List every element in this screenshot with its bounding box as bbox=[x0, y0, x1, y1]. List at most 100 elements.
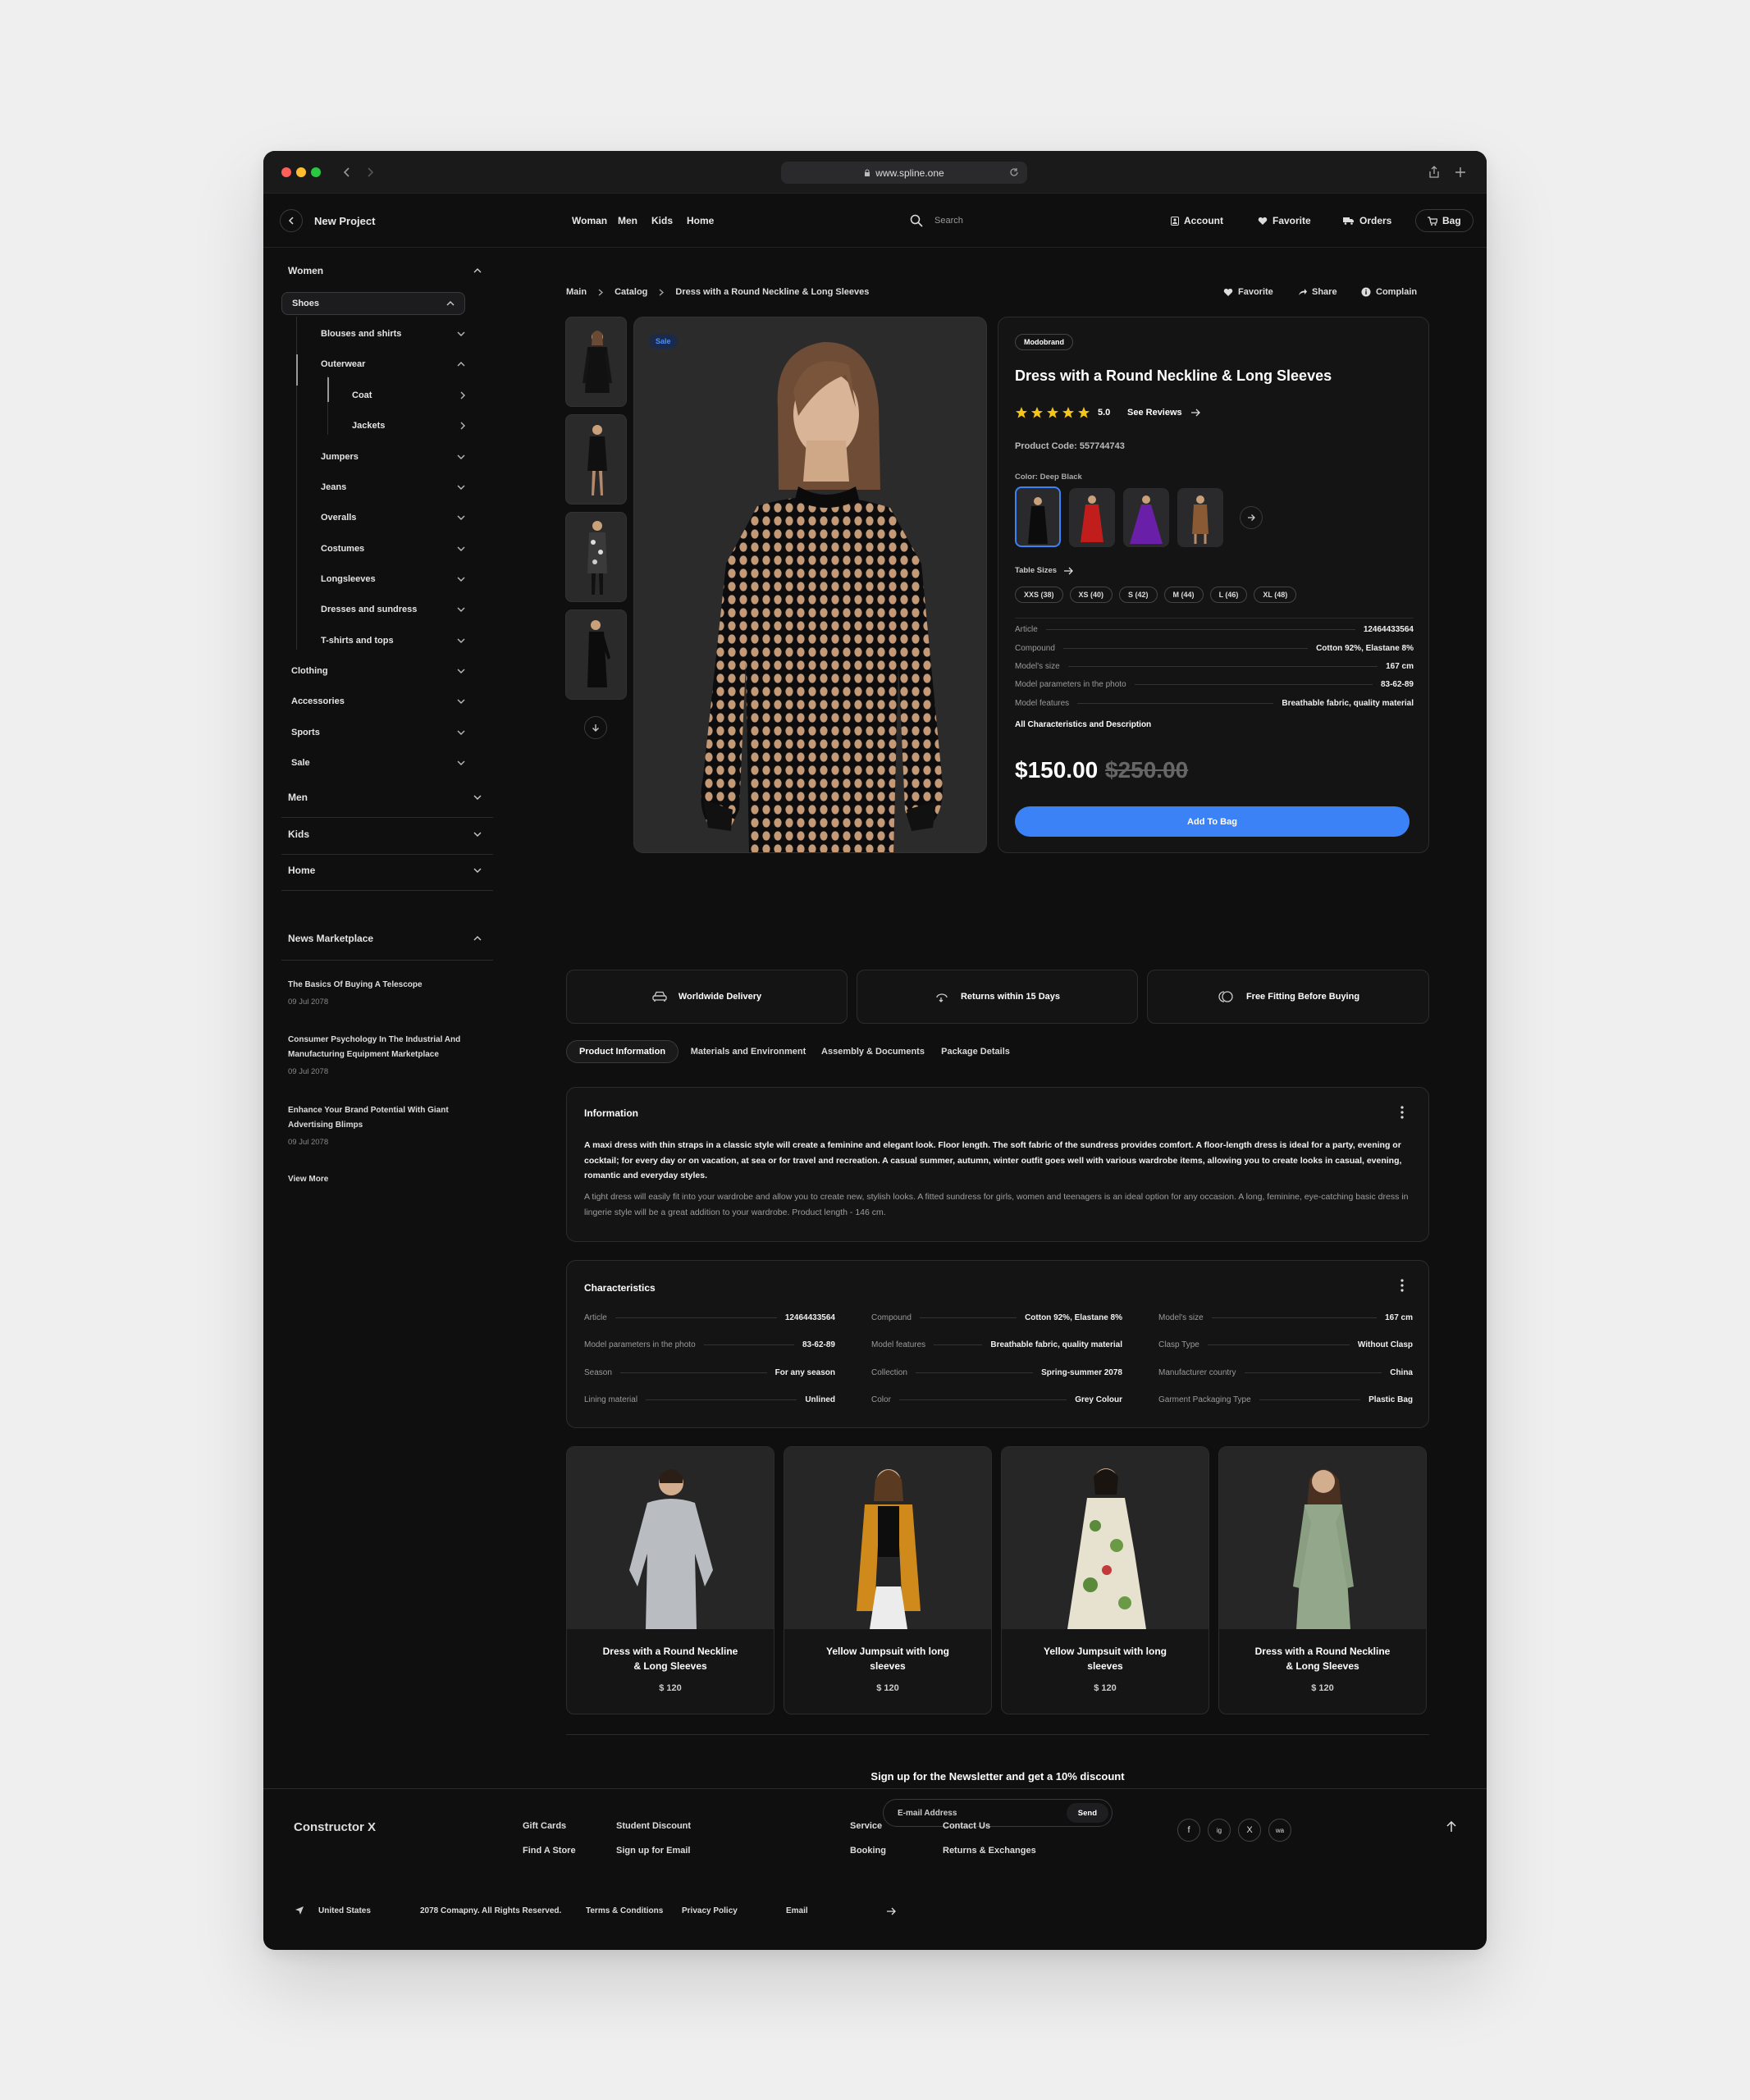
sidebar-section-women[interactable]: Women bbox=[288, 262, 482, 279]
sidebar-item-costumes[interactable]: Costumes bbox=[321, 541, 465, 557]
scroll-top-icon[interactable] bbox=[1446, 1821, 1457, 1833]
product-card[interactable]: Dress with a Round Neckline & Long Sleev… bbox=[566, 1446, 774, 1714]
breadcrumb-main[interactable]: Main bbox=[566, 287, 587, 297]
sidebar-item-jumpers[interactable]: Jumpers bbox=[321, 449, 465, 465]
footer-link-booking[interactable]: Booking bbox=[850, 1846, 886, 1856]
search-icon[interactable] bbox=[910, 194, 923, 248]
size-option[interactable]: M (44) bbox=[1163, 587, 1204, 603]
all-characteristics-link[interactable]: All Characteristics and Description bbox=[1015, 720, 1151, 729]
close-window-button[interactable] bbox=[281, 167, 291, 177]
sidebar-item-blouses[interactable]: Blouses and shirts bbox=[321, 326, 465, 342]
gallery-thumbnail[interactable] bbox=[565, 609, 627, 700]
sidebar-item-tshirts[interactable]: T-shirts and tops bbox=[321, 632, 465, 649]
sidebar-item-dresses[interactable]: Dresses and sundress bbox=[321, 601, 465, 618]
favorite-link[interactable]: Favorite bbox=[1258, 194, 1311, 248]
sidebar-item-jeans[interactable]: Jeans bbox=[321, 479, 465, 495]
account-link[interactable]: Account bbox=[1171, 194, 1223, 248]
gallery-thumbnail[interactable] bbox=[565, 317, 627, 407]
tab-product-information[interactable]: Product Information bbox=[566, 1040, 679, 1063]
facebook-icon[interactable]: f bbox=[1177, 1819, 1200, 1842]
footer-country[interactable]: United States bbox=[318, 1906, 371, 1915]
product-card[interactable]: Dress with a Round Neckline & Long Sleev… bbox=[1218, 1446, 1427, 1714]
sidebar-item-longsleeves[interactable]: Longsleeves bbox=[321, 571, 465, 587]
footer-link-student-discount[interactable]: Student Discount bbox=[616, 1821, 691, 1831]
sidebar-section-news[interactable]: News Marketplace bbox=[288, 930, 482, 947]
nav-link-men[interactable]: Men bbox=[618, 194, 637, 248]
share-action[interactable]: Share bbox=[1298, 287, 1337, 297]
footer-link-service[interactable]: Service bbox=[850, 1821, 882, 1831]
sidebar-item-sale[interactable]: Sale bbox=[291, 755, 465, 771]
search-input[interactable]: Search bbox=[934, 194, 963, 248]
address-bar[interactable]: www.spline.one bbox=[781, 162, 1027, 184]
view-more-link[interactable]: View More bbox=[288, 1175, 328, 1184]
sidebar-item-shoes[interactable]: Shoes bbox=[281, 292, 465, 315]
sidebar-item-coat[interactable]: Coat bbox=[352, 387, 465, 404]
share-browser-icon[interactable] bbox=[1428, 151, 1440, 193]
product-card[interactable]: Yellow Jumpsuit with long sleeves $ 120 bbox=[784, 1446, 992, 1714]
back-icon[interactable] bbox=[342, 151, 352, 193]
add-to-bag-button[interactable]: Add To Bag bbox=[1015, 806, 1410, 837]
size-option[interactable]: XXS (38) bbox=[1015, 587, 1063, 603]
footer-link-gift-cards[interactable]: Gift Cards bbox=[523, 1821, 566, 1831]
sidebar-section-kids[interactable]: Kids bbox=[288, 826, 482, 842]
footer-link-privacy[interactable]: Privacy Policy bbox=[682, 1906, 738, 1915]
color-swatch-purple[interactable] bbox=[1123, 488, 1169, 547]
sidebar-item-outerwear[interactable]: Outerwear bbox=[321, 356, 465, 372]
nav-link-woman[interactable]: Woman bbox=[572, 194, 607, 248]
complain-action[interactable]: Complain bbox=[1361, 287, 1417, 297]
brand-badge[interactable]: Modobrand bbox=[1015, 334, 1073, 350]
reload-icon[interactable] bbox=[1009, 167, 1019, 177]
footer-link-returns[interactable]: Returns & Exchanges bbox=[943, 1846, 1036, 1856]
sidebar-item-accessories[interactable]: Accessories bbox=[291, 693, 465, 710]
footer-link-contact[interactable]: Contact Us bbox=[943, 1821, 990, 1831]
arrow-right-icon[interactable] bbox=[886, 1907, 896, 1915]
color-swatch-red[interactable] bbox=[1069, 488, 1115, 547]
tab-materials-environment[interactable]: Materials and Environment bbox=[685, 1040, 811, 1063]
product-card[interactable]: Yellow Jumpsuit with long sleeves $ 120 bbox=[1001, 1446, 1209, 1714]
tab-package-details[interactable]: Package Details bbox=[934, 1040, 1017, 1063]
send-button[interactable]: Send bbox=[1066, 1803, 1108, 1823]
back-button[interactable] bbox=[280, 209, 303, 232]
news-item[interactable]: Enhance Your Brand Potential With Giant … bbox=[288, 1103, 477, 1147]
bag-button[interactable]: Bag bbox=[1415, 209, 1474, 232]
size-option[interactable]: S (42) bbox=[1119, 587, 1158, 603]
x-icon[interactable]: X bbox=[1238, 1819, 1261, 1842]
instagram-icon[interactable]: ig bbox=[1208, 1819, 1231, 1842]
nav-link-kids[interactable]: Kids bbox=[651, 194, 673, 248]
thumbnail-scroll-down-button[interactable] bbox=[584, 716, 607, 739]
sidebar-item-jackets[interactable]: Jackets bbox=[352, 418, 465, 434]
color-swatch-black[interactable] bbox=[1015, 486, 1061, 547]
table-sizes-link[interactable]: Table Sizes bbox=[1015, 566, 1073, 575]
maximize-window-button[interactable] bbox=[311, 167, 321, 177]
gallery-thumbnail[interactable] bbox=[565, 414, 627, 504]
footer-email-input[interactable]: Email bbox=[786, 1906, 808, 1915]
nav-link-home[interactable]: Home bbox=[687, 194, 714, 248]
size-option[interactable]: XS (40) bbox=[1069, 587, 1113, 603]
footer-link-find-store[interactable]: Find A Store bbox=[523, 1846, 576, 1856]
minimize-window-button[interactable] bbox=[296, 167, 306, 177]
more-vertical-icon[interactable] bbox=[1400, 1106, 1404, 1119]
footer-link-terms[interactable]: Terms & Conditions bbox=[586, 1906, 663, 1915]
tab-assembly-documents[interactable]: Assembly & Documents bbox=[818, 1040, 928, 1063]
news-item[interactable]: The Basics Of Buying A Telescope 09 Jul … bbox=[288, 978, 477, 1007]
sidebar-item-sports[interactable]: Sports bbox=[291, 724, 465, 741]
size-option[interactable]: XL (48) bbox=[1254, 587, 1297, 603]
news-item[interactable]: Consumer Psychology In The Industrial An… bbox=[288, 1033, 477, 1076]
gallery-thumbnail[interactable] bbox=[565, 512, 627, 602]
next-color-button[interactable] bbox=[1240, 506, 1263, 529]
forward-icon[interactable] bbox=[365, 151, 375, 193]
see-reviews-link[interactable]: See Reviews bbox=[1127, 408, 1200, 418]
sidebar-section-men[interactable]: Men bbox=[288, 789, 482, 806]
orders-link[interactable]: Orders bbox=[1343, 194, 1391, 248]
size-option[interactable]: L (46) bbox=[1209, 587, 1248, 603]
favorite-action[interactable]: Favorite bbox=[1223, 287, 1273, 297]
sidebar-section-home[interactable]: Home bbox=[288, 862, 482, 879]
color-swatch-brown[interactable] bbox=[1177, 488, 1223, 547]
sidebar-item-overalls[interactable]: Overalls bbox=[321, 509, 465, 526]
more-vertical-icon[interactable] bbox=[1400, 1279, 1404, 1292]
breadcrumb-catalog[interactable]: Catalog bbox=[615, 287, 647, 297]
whatsapp-icon[interactable]: wa bbox=[1268, 1819, 1291, 1842]
new-tab-icon[interactable] bbox=[1455, 151, 1466, 193]
sidebar-item-clothing[interactable]: Clothing bbox=[291, 663, 465, 679]
footer-link-signup-email[interactable]: Sign up for Email bbox=[616, 1846, 690, 1856]
